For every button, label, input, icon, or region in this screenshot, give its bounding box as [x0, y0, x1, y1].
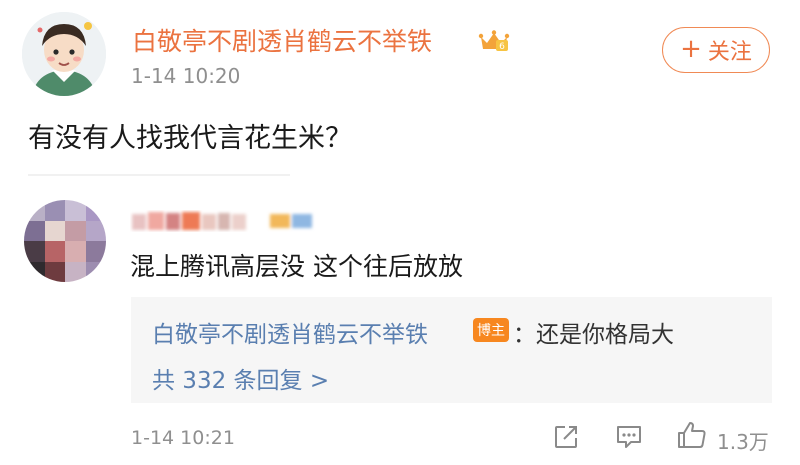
commenter-name-blurred	[132, 212, 312, 230]
share-icon[interactable]	[553, 424, 579, 450]
comment-icon[interactable]	[615, 424, 643, 450]
host-badge: 博主	[473, 318, 509, 342]
divider	[28, 174, 290, 176]
comment-text: 混上腾讯高层没 这个往后放放	[130, 252, 463, 281]
post-text: 有没有人找我代言花生米？	[28, 123, 352, 154]
reply-text: ：还是你格局大	[513, 322, 674, 348]
svg-text:6: 6	[499, 42, 505, 52]
follow-button[interactable]: + 关注	[662, 27, 770, 73]
crown-icon: 6	[478, 30, 510, 52]
follow-label: 关注	[707, 40, 752, 65]
author-avatar[interactable]	[22, 12, 106, 96]
post-time: 1-14 10:20	[131, 64, 241, 88]
cartoon-avatar-icon	[22, 12, 106, 96]
comment-time: 1-14 10:21	[131, 427, 235, 449]
reply-author-name[interactable]: 白敬亭不剧透肖鹤云不举铁	[152, 315, 428, 349]
like-count: 1.3万	[717, 430, 769, 454]
thumbs-up-icon[interactable]	[676, 420, 708, 450]
post-author-name[interactable]: 白敬亭不剧透肖鹤云不举铁	[132, 22, 432, 58]
commenter-avatar[interactable]	[24, 200, 106, 282]
plus-icon: +	[680, 34, 702, 64]
view-all-replies-link[interactable]: 共 332 条回复 >	[152, 361, 329, 395]
